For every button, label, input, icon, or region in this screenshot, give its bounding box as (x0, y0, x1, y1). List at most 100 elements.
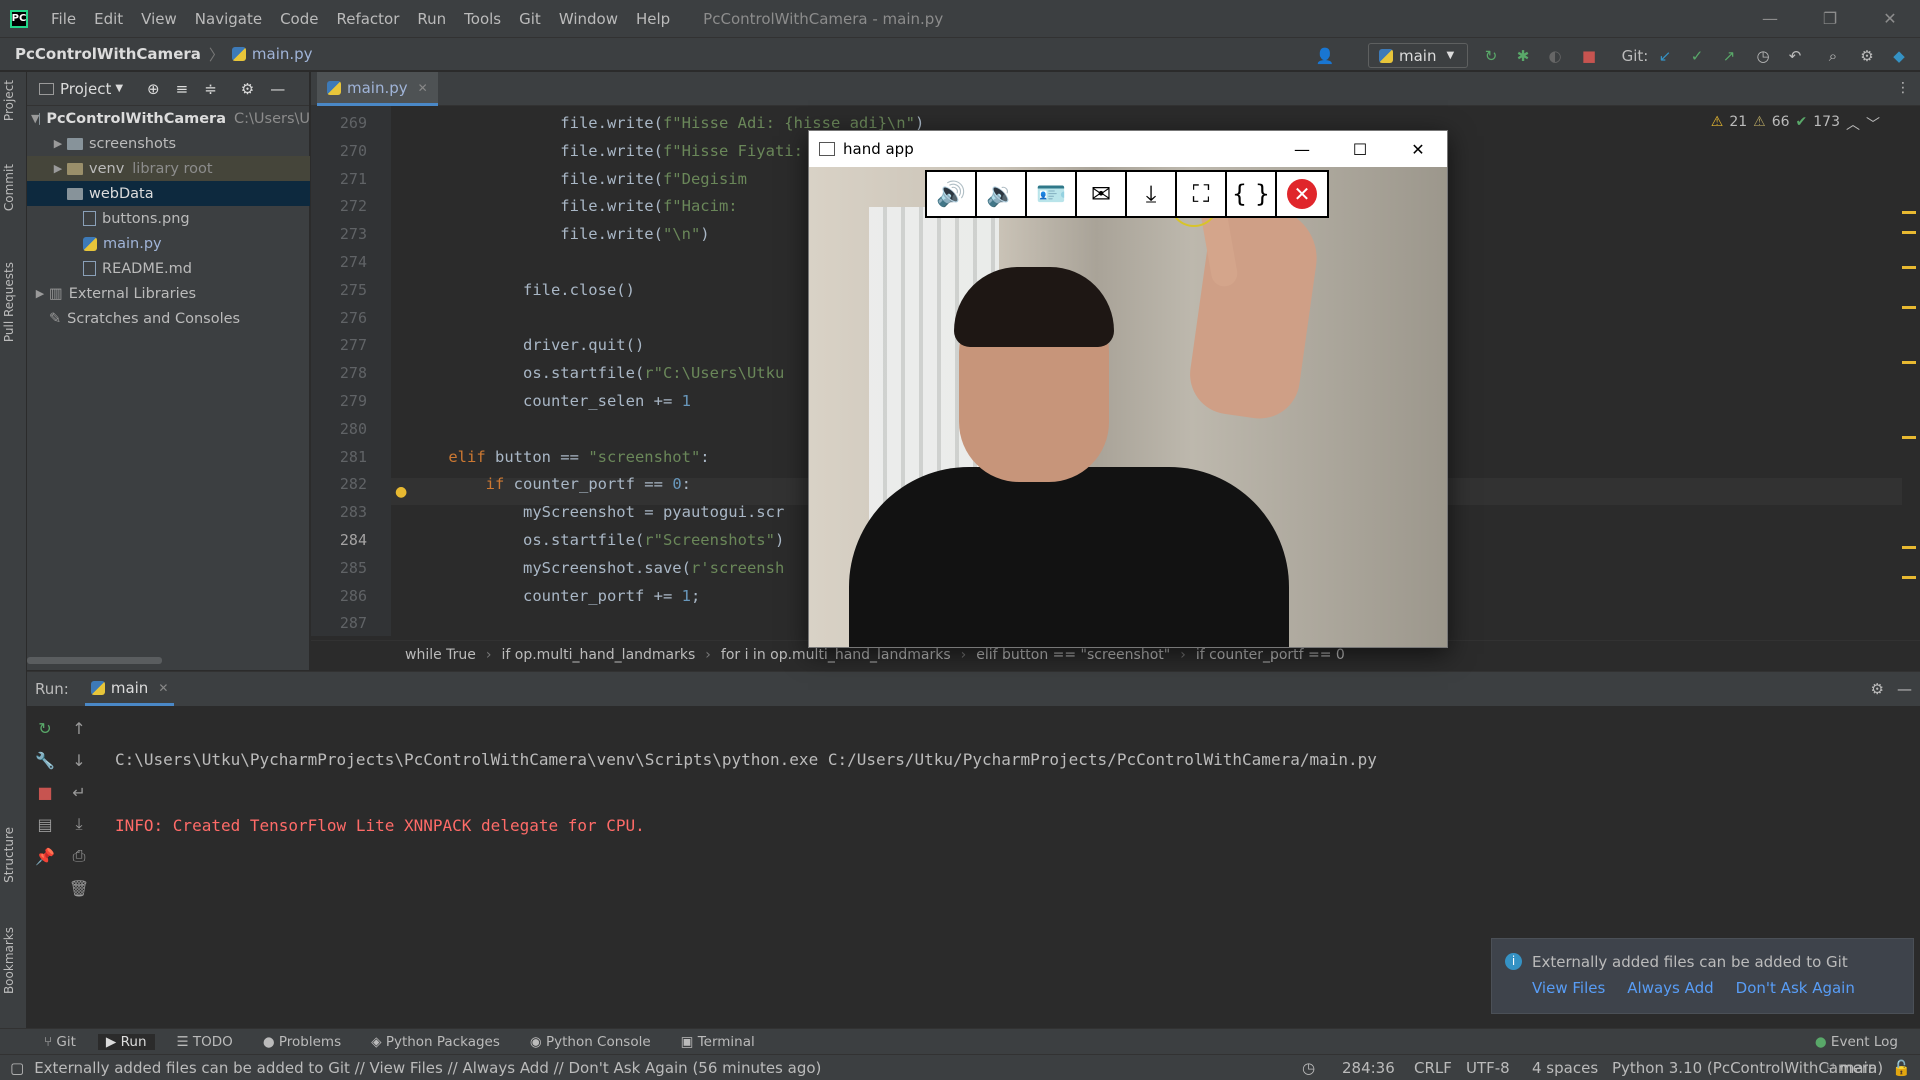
maximize-icon[interactable]: ☐ (1331, 131, 1389, 167)
code-line[interactable]: counter_portf += 1; (411, 587, 700, 605)
print-icon[interactable]: ⎙ (73, 840, 86, 872)
code-line[interactable]: file.write(f"Hacim: (411, 197, 737, 215)
screenshot-icon[interactable]: ⛶ (1177, 172, 1227, 216)
code-line[interactable]: os.startfile(r"C:\Users\Utku (411, 364, 784, 382)
code-breadcrumb-item[interactable]: if counter_portf == 0 (1196, 647, 1345, 663)
code-line[interactable]: file.write("\n") (411, 225, 709, 243)
tree-item-scratches[interactable]: ✎ Scratches and Consoles (27, 306, 310, 331)
scroll-to-end-icon[interactable]: ⤓ (75, 808, 82, 840)
stop-icon[interactable]: ■ (37, 776, 52, 808)
up-arrow-icon[interactable]: ↑ (72, 712, 85, 744)
view-files-link[interactable]: View Files (1532, 979, 1605, 997)
git-update-icon[interactable]: ↙ (1656, 47, 1674, 65)
menu-view[interactable]: View (132, 10, 186, 28)
tree-item-buttons-png[interactable]: buttons.png (27, 206, 310, 231)
gear-icon[interactable]: ⚙ (241, 80, 254, 98)
run-config-selector[interactable]: main ▼ (1368, 43, 1468, 68)
close-red-icon[interactable]: ✕ (1277, 172, 1327, 216)
tree-item-venv[interactable]: ▶ venv library root (27, 156, 310, 181)
tree-item-external-libraries[interactable]: ▶ ▥ External Libraries (27, 281, 310, 306)
code-line[interactable]: file.write(f"Degisim (411, 170, 747, 188)
collapsed-arrow-icon[interactable]: ▶ (49, 162, 67, 175)
restore-icon[interactable]: ❐ (1800, 0, 1860, 37)
tree-item-webdata[interactable]: webData (27, 181, 310, 206)
hide-icon[interactable]: — (270, 80, 285, 98)
code-line[interactable]: myScreenshot.save(r'screensh (411, 559, 784, 577)
code-breadcrumb-item[interactable]: elif button == "screenshot" (976, 647, 1170, 663)
line-separator[interactable]: CRLF (1414, 1059, 1452, 1077)
project-panel-title[interactable]: Project (60, 80, 111, 98)
tool-tab-python-console[interactable]: ◉ Python Console (522, 1034, 659, 1050)
tool-tab-event-log[interactable]: ● Event Log (1807, 1034, 1906, 1050)
user-icon[interactable]: 👤 (1316, 47, 1335, 65)
tool-tab-git[interactable]: ⑂ Git (36, 1034, 84, 1050)
settings-icon[interactable]: ⚙ (1858, 47, 1876, 65)
dont-ask-again-link[interactable]: Don't Ask Again (1736, 979, 1855, 997)
contact-card-icon[interactable]: 🪪 (1027, 172, 1077, 216)
coverage-icon[interactable]: ◐ (1546, 47, 1564, 65)
menu-window[interactable]: Window (550, 10, 627, 28)
minimize-icon[interactable]: — (1740, 0, 1800, 37)
pin-icon[interactable]: 📌 (35, 840, 55, 872)
lock-icon[interactable]: 🔓 (1892, 1059, 1911, 1077)
collapse-all-icon[interactable]: ≑ (204, 80, 217, 98)
expanded-arrow-icon[interactable]: ▼ (31, 112, 39, 125)
status-message[interactable]: Externally added files can be added to G… (34, 1059, 821, 1077)
lightbulb-icon[interactable]: ● (395, 484, 407, 500)
inspection-widget[interactable]: ⚠ 21 ⚠ 66 ✔ 173 ︿ ﹀ (1711, 114, 1880, 134)
mail-icon[interactable]: ✉ (1077, 172, 1127, 216)
layout-icon[interactable]: ▤ (37, 808, 52, 840)
rerun-icon[interactable]: ↻ (1482, 47, 1500, 65)
tree-root[interactable]: ▼ PcControlWithCamera C:\Users\U (27, 106, 310, 131)
close-icon[interactable]: ✕ (1389, 131, 1447, 167)
code-line[interactable]: counter_selen += 1 (411, 392, 691, 410)
git-commit-icon[interactable]: ✓ (1688, 47, 1706, 65)
menu-run[interactable]: Run (408, 10, 455, 28)
tree-item-screenshots[interactable]: ▶ screenshots (27, 131, 310, 156)
close-icon[interactable]: ✕ (1860, 0, 1920, 37)
breadcrumb-file[interactable]: main.py (252, 45, 313, 63)
more-options-icon[interactable]: ⋮ (1896, 80, 1910, 96)
code-breadcrumb-item[interactable]: for i in op.multi_hand_landmarks (721, 647, 951, 663)
locate-icon[interactable]: ⊕ (147, 80, 160, 98)
rollback-icon[interactable]: ↶ (1786, 47, 1804, 65)
menu-refactor[interactable]: Refactor (327, 10, 408, 28)
chevron-down-icon[interactable]: ▼ (115, 83, 123, 94)
always-add-link[interactable]: Always Add (1627, 979, 1713, 997)
chevron-down-icon[interactable]: ﹀ (1866, 114, 1880, 134)
volume-down-icon[interactable]: 🔉 (977, 172, 1027, 216)
close-tab-icon[interactable]: ✕ (418, 81, 428, 95)
minimize-icon[interactable]: — (1273, 131, 1331, 167)
tool-tab-todo[interactable]: ☰ TODO (169, 1034, 241, 1050)
stop-icon[interactable]: ■ (1580, 47, 1598, 65)
collapsed-arrow-icon[interactable]: ▶ (49, 137, 67, 150)
menu-edit[interactable]: Edit (85, 10, 132, 28)
chevron-up-icon[interactable]: ︿ (1846, 114, 1860, 134)
debug-icon[interactable]: ✱ (1514, 47, 1532, 65)
tool-tab-python-packages[interactable]: ◈ Python Packages (363, 1034, 508, 1050)
code-line[interactable]: file.close() (411, 281, 635, 299)
tool-tab-problems[interactable]: ● Problems (255, 1034, 349, 1050)
code-braces-icon[interactable]: { } (1227, 172, 1277, 216)
toolbox-icon[interactable]: ◆ (1890, 47, 1908, 65)
gear-icon[interactable]: ⚙ (1871, 680, 1884, 698)
history-icon[interactable]: ◷ (1754, 47, 1772, 65)
tool-tab-terminal[interactable]: ▣ Terminal (673, 1034, 763, 1050)
indent-setting[interactable]: 4 spaces (1532, 1059, 1598, 1077)
memory-icon[interactable]: ◷ (1302, 1059, 1315, 1077)
expand-all-icon[interactable]: ≡ (176, 80, 189, 98)
git-push-icon[interactable]: ↗ (1720, 47, 1738, 65)
code-line[interactable]: if counter_portf == 0: (411, 475, 691, 493)
menu-file[interactable]: File (42, 10, 85, 28)
file-encoding[interactable]: UTF-8 (1466, 1059, 1510, 1077)
breadcrumb-project[interactable]: PcControlWithCamera (15, 45, 201, 63)
rerun-icon[interactable]: ↻ (38, 712, 51, 744)
download-icon[interactable]: ⤓ (1127, 172, 1177, 216)
code-breadcrumb-item[interactable]: if op.multi_hand_landmarks (502, 647, 696, 663)
run-tab-main[interactable]: main ✕ (84, 672, 175, 706)
stripe-tab-bookmarks[interactable]: Bookmarks (2, 927, 16, 994)
caret-position[interactable]: 284:36 (1342, 1059, 1395, 1077)
volume-up-icon[interactable]: 🔊 (927, 172, 977, 216)
down-arrow-icon[interactable]: ↓ (72, 744, 85, 776)
hide-icon[interactable]: — (1897, 680, 1912, 698)
